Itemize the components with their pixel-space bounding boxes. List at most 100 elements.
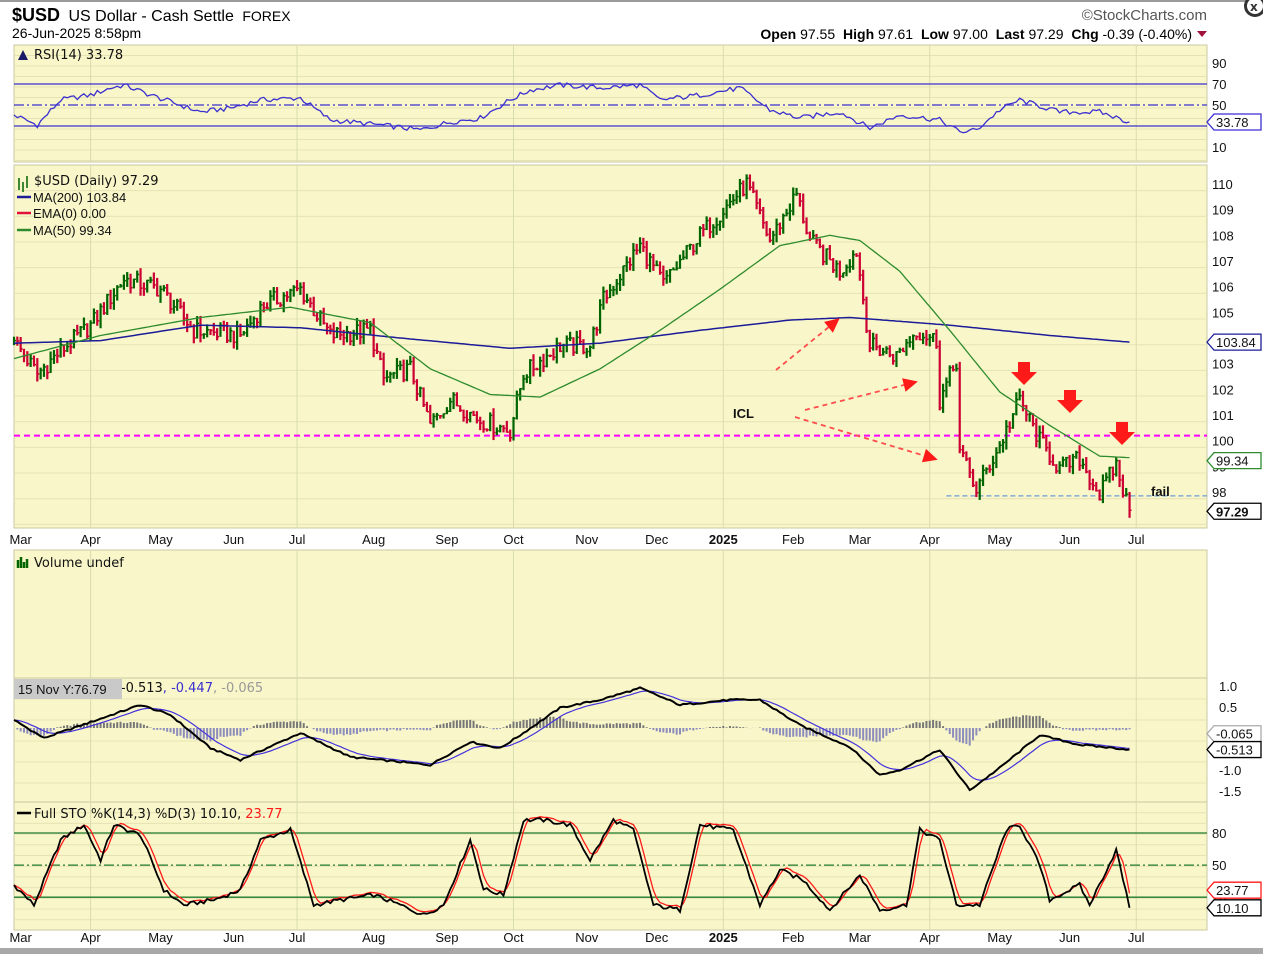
month-label: Jun (223, 532, 244, 547)
sto-d-value: 23.77 (245, 807, 282, 822)
last-value: 97.29 (1028, 26, 1063, 42)
rsi-tick-label: 70 (1212, 77, 1226, 92)
sto-tick-label: 80 (1212, 826, 1226, 841)
month-label: Aug (362, 532, 385, 547)
month-label: Jul (289, 930, 306, 945)
ema-legend: EMA(0) 0.00 (33, 206, 106, 221)
open-label: Open (760, 26, 796, 42)
price-tick-label: 98 (1212, 485, 1226, 500)
rsi-tick-label: 50 (1212, 98, 1226, 113)
month-label: Oct (503, 532, 524, 547)
price-tick-label: 108 (1212, 228, 1234, 243)
month-label: Nov (575, 532, 599, 547)
price-tick-label: 110 (1212, 177, 1233, 192)
month-label: Apr (920, 532, 941, 547)
month-label: Jun (1059, 532, 1080, 547)
crosshair-tooltip: 15 Nov Y:76.79 (18, 682, 107, 697)
instrument-name: US Dollar - Cash Settle (68, 8, 233, 25)
month-label: Mar (9, 930, 32, 945)
macd-histogram-last: -0.065 (1216, 727, 1253, 742)
open-value: 97.55 (800, 26, 835, 42)
price-last-value: 97.29 (1216, 504, 1249, 519)
separator: , (163, 681, 171, 696)
rsi-tick-label: 90 (1212, 56, 1226, 71)
datetime: 26-Jun-2025 8:58pm (12, 25, 141, 41)
chg-label: Chg (1071, 26, 1098, 42)
window-top-border (0, 0, 1263, 2)
month-label: May (148, 930, 173, 945)
window-bottom-bar (0, 948, 1263, 954)
month-label: 2025 (709, 930, 738, 945)
price-tick-label: 103 (1212, 357, 1234, 372)
month-label: Sep (435, 930, 458, 945)
month-label: Apr (80, 532, 101, 547)
ohlc-summary: Open 97.55 High 97.61 Low 97.00 Last 97.… (760, 26, 1192, 42)
month-label: 2025 (709, 532, 738, 547)
macd-v1: -0.513 (121, 681, 163, 696)
macd-tick-label: -1.5 (1219, 784, 1241, 799)
ma50-legend: MA(50) 99.34 (33, 223, 112, 238)
month-label: Jul (1128, 532, 1145, 547)
low-value: 97.00 (953, 26, 988, 42)
price-tick-label: 100 (1212, 434, 1234, 449)
sto-k-last: 10.10 (1216, 901, 1249, 916)
month-label: Nov (575, 930, 599, 945)
month-label: Apr (80, 930, 101, 945)
month-label: Apr (920, 930, 941, 945)
exchange: FOREX (242, 8, 291, 24)
month-label: Mar (849, 930, 872, 945)
month-label: Jun (223, 930, 244, 945)
price-tick-label: 101 (1212, 408, 1234, 423)
chg-value: -0.39 (-0.40%) (1103, 26, 1192, 42)
fail-annotation: fail (1151, 484, 1170, 499)
month-label: Mar (9, 532, 32, 547)
month-label: Oct (503, 930, 524, 945)
rsi-last-value: 33.78 (1216, 115, 1249, 130)
low-label: Low (921, 26, 949, 42)
month-label: May (987, 532, 1012, 547)
panel-vol (13, 549, 1208, 679)
rsi-tick-label: 10 (1212, 140, 1226, 155)
macd-tick-label: 1.0 (1219, 679, 1237, 694)
macd-v3: -0.065 (221, 681, 263, 696)
month-label: Sep (435, 532, 458, 547)
high-value: 97.61 (878, 26, 913, 42)
month-label: Dec (645, 930, 669, 945)
month-label: May (148, 532, 173, 547)
macd-last: -0.513 (1216, 743, 1253, 758)
panel-rsi (13, 44, 1208, 163)
price-tick-label: 105 (1212, 305, 1234, 320)
sto-legend: Full STO %K(14,3) %D(3) 10.10, 23.77 (34, 807, 283, 822)
ma50-last-value: 99.34 (1216, 454, 1249, 469)
stock-chart: x $USD US Dollar - Cash Settle FOREX 26-… (0, 0, 1263, 954)
month-label: Feb (782, 532, 804, 547)
rsi-legend: RSI(14) 33.78 (34, 48, 123, 63)
macd-tick-label: -1.0 (1219, 763, 1241, 778)
brand-logo: ©StockCharts.com (1082, 7, 1207, 24)
sto-d-last: 23.77 (1216, 883, 1249, 898)
macd-v2: -0.447 (171, 681, 213, 696)
month-label: Aug (362, 930, 385, 945)
last-label: Last (996, 26, 1025, 42)
panel-price (13, 164, 1208, 529)
macd-tick-label: 0.5 (1219, 700, 1237, 715)
symbol: $USD (12, 5, 60, 25)
high-label: High (843, 26, 874, 42)
separator: , (213, 681, 221, 696)
price-tick-label: 109 (1212, 203, 1234, 218)
volume-legend: Volume undef (34, 556, 124, 571)
price-tick-label: 107 (1212, 254, 1234, 269)
price-tick-label: 106 (1212, 280, 1234, 295)
month-label: May (987, 930, 1012, 945)
month-label: Mar (849, 532, 872, 547)
month-label: Dec (645, 532, 669, 547)
ma200-last-value: 103.84 (1216, 335, 1256, 350)
month-label: Jul (1128, 930, 1145, 945)
price-tick-label: 102 (1212, 382, 1234, 397)
sto-tick-label: 50 (1212, 858, 1226, 873)
month-label: Jul (289, 532, 306, 547)
sto-legend: Full STO %K(14,3) %D(3) 10.10, (34, 807, 241, 822)
svg-text:x: x (1250, 0, 1258, 14)
month-label: Feb (782, 930, 804, 945)
price-legend: $USD (Daily) 97.29 (34, 174, 159, 189)
